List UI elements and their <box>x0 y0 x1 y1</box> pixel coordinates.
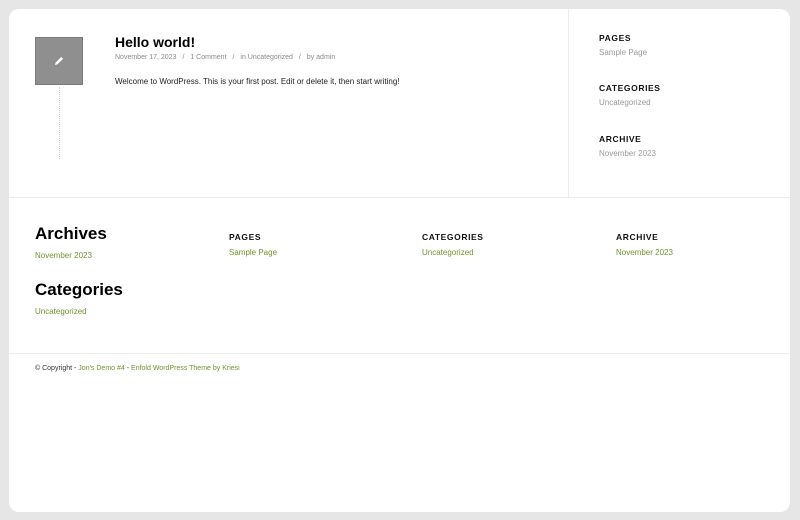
sidebar-archive-widget: ARCHIVE November 2023 <box>599 134 656 158</box>
sidebar-november-2023-link[interactable]: November 2023 <box>599 149 656 158</box>
footer-categories-column: CATEGORIES Uncategorized <box>422 232 484 257</box>
meta-separator: / <box>232 54 235 61</box>
sidebar-pages-title: PAGES <box>599 33 632 43</box>
footer-categories-title: CATEGORIES <box>422 232 484 242</box>
footer-archive-title: ARCHIVE <box>616 232 659 242</box>
categories-widget-title: Categories <box>35 280 123 299</box>
author-link[interactable]: admin <box>316 54 335 61</box>
post-meta: November 17, 2023 / 1 Comment / in Uncat… <box>115 54 335 61</box>
site-link[interactable]: Jon's Demo #4 <box>78 365 124 372</box>
categories-uncategorized-link[interactable]: Uncategorized <box>35 307 87 316</box>
sidebar-categories-widget: CATEGORIES Uncategorized <box>599 83 661 107</box>
footer-archive-column: ARCHIVE November 2023 <box>616 232 673 257</box>
page-container: Hello world! November 17, 2023 / 1 Comme… <box>9 9 790 512</box>
footer-sample-page-link[interactable]: Sample Page <box>229 248 277 257</box>
sidebar-pages-widget: PAGES Sample Page <box>599 33 647 57</box>
theme-link[interactable]: Enfold WordPress Theme by Kriesi <box>131 365 240 372</box>
footer-november-2023-link[interactable]: November 2023 <box>616 248 673 257</box>
meta-separator: / <box>182 54 185 61</box>
sidebar-categories-title: CATEGORIES <box>599 83 661 93</box>
meta-separator: / <box>298 54 301 61</box>
timeline-line <box>59 87 60 159</box>
category-link[interactable]: Uncategorized <box>248 54 293 61</box>
copyright-prefix: © Copyright - <box>35 365 77 372</box>
post-entry: Hello world! November 17, 2023 / 1 Comme… <box>9 9 568 197</box>
archives-widget-title: Archives <box>35 224 107 243</box>
copyright-bar: © Copyright - Jon's Demo #4 - Enfold Wor… <box>35 365 240 372</box>
copyright-dash: - <box>126 365 130 372</box>
footer-pages-title: PAGES <box>229 232 262 242</box>
footer-pages-column: PAGES Sample Page <box>229 232 277 257</box>
section-divider <box>9 197 790 198</box>
author-prefix: by <box>306 54 315 61</box>
category-prefix: in <box>240 54 246 61</box>
sidebar-archive-title: ARCHIVE <box>599 134 642 144</box>
sidebar-uncategorized-link[interactable]: Uncategorized <box>599 98 661 107</box>
comments-link[interactable]: 1 Comment <box>190 54 226 61</box>
post-title[interactable]: Hello world! <box>115 34 195 50</box>
archives-november-2023-link[interactable]: November 2023 <box>35 251 92 260</box>
pencil-icon <box>55 57 63 65</box>
sidebar-divider <box>568 9 569 197</box>
post-format-icon[interactable] <box>35 37 83 85</box>
footer-divider <box>9 353 790 354</box>
post-content: Welcome to WordPress. This is your first… <box>115 77 400 86</box>
sidebar-sample-page-link[interactable]: Sample Page <box>599 48 647 57</box>
post-date: November 17, 2023 <box>115 54 177 61</box>
footer-uncategorized-link[interactable]: Uncategorized <box>422 248 484 257</box>
